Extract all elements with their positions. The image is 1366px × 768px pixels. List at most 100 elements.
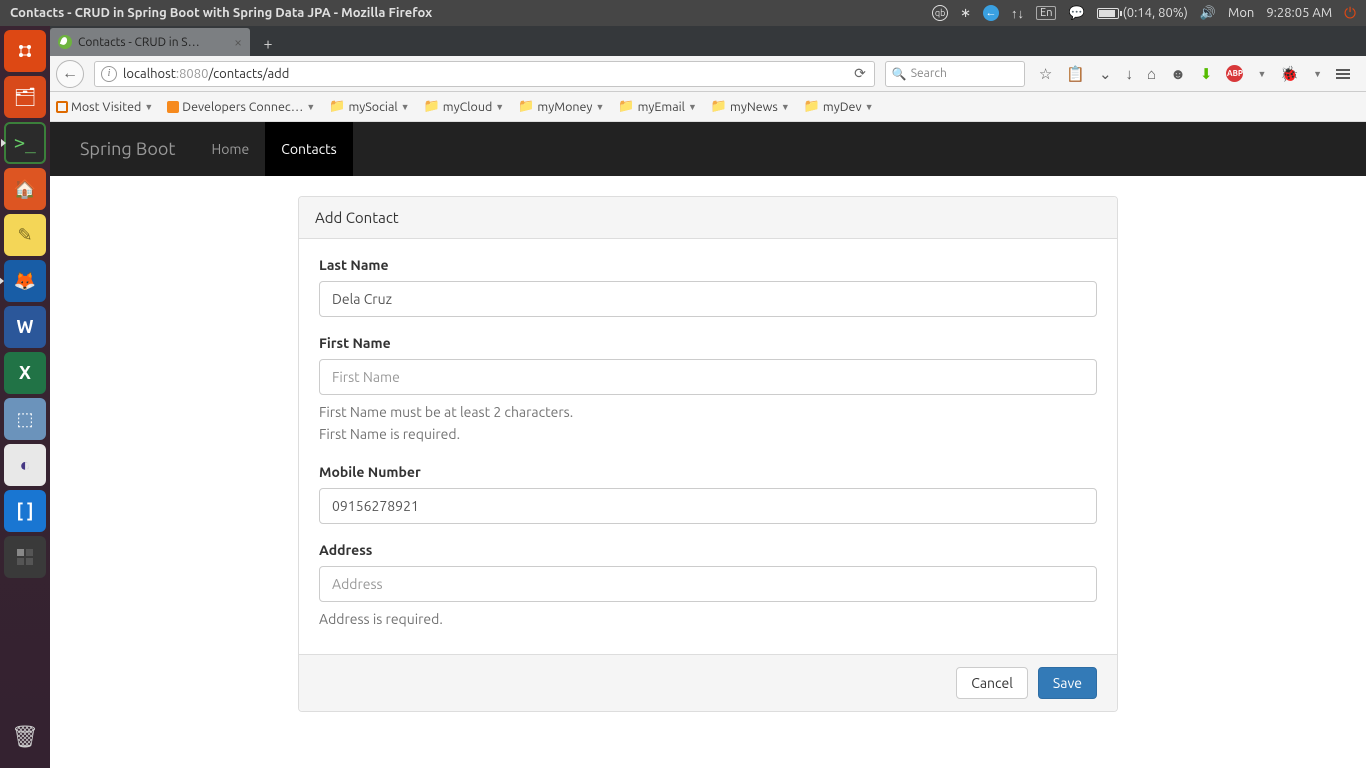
battery-indicator[interactable]: (0:14, 80%) [1097, 6, 1188, 20]
add-contact-panel: Add Contact Last Name First Name First N… [298, 196, 1118, 712]
group-address: Address Address is required. [319, 542, 1097, 630]
abp-icon[interactable]: ABP [1226, 65, 1243, 82]
clock-day[interactable]: Mon [1228, 6, 1254, 20]
save-button[interactable]: Save [1038, 667, 1097, 699]
pocket-icon[interactable]: ⌄ [1099, 65, 1112, 83]
browser-tab-strip: Contacts - CRUD in S… × + [0, 26, 1366, 56]
label-mobile: Mobile Number [319, 464, 1097, 480]
spring-favicon-icon [58, 35, 72, 49]
folder-icon: 📁 [618, 99, 634, 114]
download-icon[interactable]: ↓ [1126, 65, 1134, 83]
bookmark-myemail[interactable]: 📁myEmail▼ [618, 99, 696, 114]
folder-icon: 📁 [424, 99, 440, 114]
panel-footer: Cancel Save [299, 654, 1117, 711]
clipboard-icon[interactable]: 📋 [1066, 65, 1085, 83]
page-viewport: Spring Boot Home Contacts Add Contact La… [50, 122, 1366, 768]
system-tray: qb ∗ ← ↑↓ En 💬 (0:14, 80%) 🔊 Mon 9:28:05… [932, 4, 1356, 22]
chevron-down-icon: ▼ [401, 102, 410, 112]
panel-heading: Add Contact [299, 197, 1117, 239]
folder-icon: 📁 [804, 99, 820, 114]
launcher-terminal[interactable]: >_ [4, 122, 46, 164]
search-icon: 🔍 [892, 67, 907, 81]
new-tab-button[interactable]: + [254, 32, 282, 56]
label-address: Address [319, 542, 1097, 558]
launcher-files[interactable]: 🗂 [4, 76, 46, 118]
group-mobile: Mobile Number [319, 464, 1097, 524]
folder-icon: 📁 [711, 99, 727, 114]
downloads-arrow-icon[interactable]: ⬇ [1200, 65, 1213, 83]
nav-back-button[interactable]: ← [56, 60, 84, 88]
launcher-eclipse[interactable]: ◐ [4, 444, 46, 486]
input-address[interactable] [319, 566, 1097, 602]
power-icon[interactable]: ⏻ [1344, 4, 1356, 22]
dev-icon[interactable]: 🐞 [1280, 65, 1299, 83]
bookmark-developers[interactable]: Developers Connec…▼ [167, 100, 315, 114]
system-menu-bar: Contacts - CRUD in Spring Boot with Spri… [0, 0, 1366, 26]
chevron-down-icon: ▼ [144, 102, 153, 112]
tab-title: Contacts - CRUD in S… [78, 36, 228, 49]
url-text: localhost:8080/contacts/add [123, 67, 846, 81]
bookmark-mysocial[interactable]: 📁mySocial▼ [329, 99, 409, 114]
launcher-firefox[interactable]: 🦊 [4, 260, 46, 302]
toolbar-icons: ☆ 📋 ⌄ ↓ ⌂ ☻ ⬇ ABP ▼ 🐞 ▼ [1029, 65, 1360, 83]
launcher-workspace[interactable] [4, 536, 46, 578]
input-mobile[interactable] [319, 488, 1097, 524]
launcher-notes[interactable]: ✎ [4, 214, 46, 256]
bookmark-mydev[interactable]: 📁myDev▼ [804, 99, 874, 114]
nav-link-contacts[interactable]: Contacts [265, 122, 353, 176]
grid-icon [56, 101, 68, 113]
sync-icon[interactable]: ← [983, 5, 999, 21]
launcher-dash[interactable] [4, 30, 46, 72]
qb-icon[interactable]: qb [932, 5, 948, 21]
group-first-name: First Name First Name must be at least 2… [319, 335, 1097, 446]
home-icon[interactable]: ⌂ [1147, 65, 1156, 83]
launcher-virtualbox[interactable]: ⬚ [4, 398, 46, 440]
site-info-icon[interactable]: i [101, 66, 117, 82]
cancel-button[interactable]: Cancel [956, 667, 1028, 699]
url-bar[interactable]: i localhost:8080/contacts/add ⟳ [94, 61, 875, 87]
clock-time[interactable]: 9:28:05 AM [1266, 6, 1332, 20]
launcher-brackets[interactable]: [ ] [4, 490, 46, 532]
bookmark-star-icon[interactable]: ☆ [1039, 65, 1052, 83]
launcher-trash[interactable]: 🗑 [4, 716, 46, 758]
dropdown-icon[interactable]: ▼ [1257, 69, 1266, 79]
input-first-name[interactable] [319, 359, 1097, 395]
folder-icon: 📁 [329, 99, 345, 114]
navbar-brand[interactable]: Spring Boot [80, 139, 175, 159]
browser-nav-bar: ← i localhost:8080/contacts/add ⟳ 🔍 Sear… [0, 56, 1366, 92]
bookmark-most-visited[interactable]: Most Visited▼ [56, 100, 153, 114]
bookmarks-bar: Most Visited▼ Developers Connec…▼ 📁mySoc… [0, 92, 1366, 122]
chevron-down-icon: ▼ [495, 102, 504, 112]
error-address: Address is required. [319, 608, 1097, 630]
search-box[interactable]: 🔍 Search [885, 61, 1025, 87]
keyboard-lang[interactable]: En [1036, 6, 1056, 20]
form-container: Add Contact Last Name First Name First N… [298, 196, 1118, 712]
unity-launcher: 🗂 >_ 🏠 ✎ 🦊 W X ⬚ ◐ [ ] 🗑 [0, 26, 50, 768]
chevron-down-icon: ▼ [865, 102, 874, 112]
browser-tab-active[interactable]: Contacts - CRUD in S… × [50, 28, 250, 56]
reload-icon[interactable]: ⟳ [846, 65, 874, 82]
nav-link-home[interactable]: Home [195, 122, 265, 176]
launcher-excel[interactable]: X [4, 352, 46, 394]
chevron-down-icon: ▼ [595, 102, 604, 112]
input-last-name[interactable] [319, 281, 1097, 317]
menu-icon[interactable] [1336, 69, 1350, 79]
window-title: Contacts - CRUD in Spring Boot with Spri… [10, 6, 432, 20]
search-placeholder: Search [911, 67, 947, 80]
bookmark-mycloud[interactable]: 📁myCloud▼ [424, 99, 505, 114]
messages-icon[interactable]: 💬 [1068, 6, 1084, 21]
bookmark-mymoney[interactable]: 📁myMoney▼ [518, 99, 604, 114]
launcher-word[interactable]: W [4, 306, 46, 348]
bluetooth-icon[interactable]: ∗ [960, 6, 971, 21]
folder-icon: 📁 [518, 99, 534, 114]
label-first-name: First Name [319, 335, 1097, 351]
tab-close-icon[interactable]: × [234, 34, 242, 50]
chat-icon[interactable]: ☻ [1170, 65, 1186, 83]
network-icon[interactable]: ↑↓ [1011, 6, 1024, 21]
group-last-name: Last Name [319, 257, 1097, 317]
chevron-down-icon: ▼ [781, 102, 790, 112]
bookmark-mynews[interactable]: 📁myNews▼ [711, 99, 790, 114]
dropdown-icon-2[interactable]: ▼ [1313, 69, 1322, 79]
launcher-home[interactable]: 🏠 [4, 168, 46, 210]
volume-icon[interactable]: 🔊 [1200, 6, 1216, 21]
